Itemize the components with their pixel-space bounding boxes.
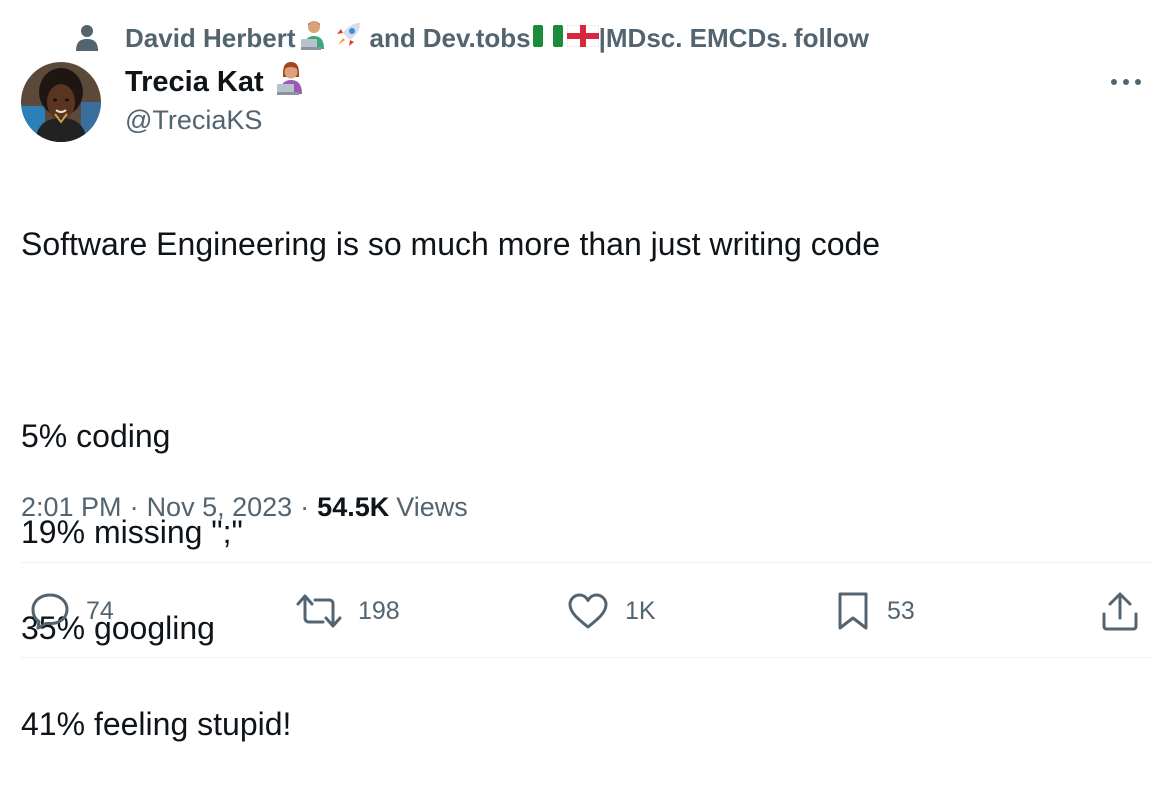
social-context-suffix: |MDsc. EMCDs.	[598, 22, 788, 53]
tweet-meta: 2:01 PM · Nov 5, 2023 · 54.5K Views	[21, 492, 468, 523]
bookmark-count: 53	[887, 596, 915, 625]
divider	[21, 562, 1153, 563]
heart-icon	[567, 592, 609, 630]
man-technologist-emoji	[298, 19, 330, 58]
divider	[21, 657, 1153, 658]
avatar[interactable]	[21, 62, 101, 142]
more-button[interactable]	[1104, 66, 1148, 98]
author-name-row[interactable]: Trecia Kat	[125, 62, 308, 102]
england-flag-emoji	[566, 23, 600, 54]
share-icon	[1100, 590, 1140, 632]
social-context-name-1[interactable]: David Herbert	[125, 23, 296, 54]
follow-label: follow	[793, 22, 870, 53]
like-count: 1K	[625, 596, 656, 625]
tweet-line: 41% feeling stupid!	[21, 706, 292, 742]
social-context-connector: and	[369, 22, 416, 53]
share-button[interactable]	[1100, 589, 1140, 633]
tweet-time[interactable]: 2:01 PM	[21, 492, 122, 523]
author-display-name[interactable]: Trecia Kat	[125, 66, 264, 99]
social-context-name-2[interactable]: Dev.tobs	[423, 23, 531, 54]
repost-button[interactable]: 198	[296, 589, 400, 633]
author-handle[interactable]: @TreciaKS	[125, 105, 262, 136]
repost-icon	[296, 592, 342, 630]
rocket-emoji	[332, 19, 364, 58]
meta-separator: ·	[129, 492, 139, 522]
social-context[interactable]: David Herbert and Dev.tobs |MDsc. EMCDs.…	[74, 20, 869, 56]
tweet-line: 5% coding	[21, 418, 171, 454]
bookmark-button[interactable]: 53	[835, 589, 915, 633]
reply-count: 74	[86, 596, 114, 625]
bookmark-icon	[835, 590, 871, 632]
tweet-date[interactable]: Nov 5, 2023	[147, 492, 293, 523]
reply-button[interactable]: 74	[30, 589, 114, 633]
tweet-text: Software Engineering is so much more tha…	[21, 172, 1141, 796]
repost-count: 198	[358, 596, 400, 625]
reply-icon	[30, 592, 70, 630]
more-icon	[1110, 73, 1142, 91]
nigeria-flag-emoji	[532, 23, 563, 54]
views-count[interactable]: 54.5K	[317, 492, 389, 523]
tweet-line: Software Engineering is so much more tha…	[21, 226, 881, 262]
meta-separator: ·	[300, 492, 310, 522]
person-icon	[74, 23, 100, 53]
like-button[interactable]: 1K	[567, 589, 656, 633]
views-label: Views	[396, 492, 468, 522]
woman-technologist-emoji	[274, 61, 308, 103]
